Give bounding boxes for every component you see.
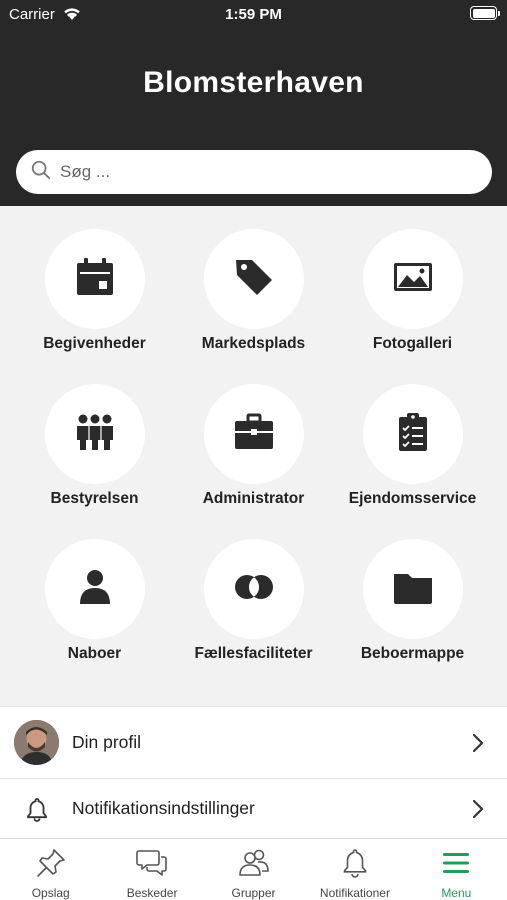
- tile-administrator[interactable]: Administrator: [174, 361, 333, 511]
- tab-grupper[interactable]: Grupper: [203, 839, 304, 900]
- notification-settings-row[interactable]: Notifikationsindstillinger: [0, 778, 507, 838]
- bell-icon: [24, 796, 50, 822]
- tile-label: Administrator: [202, 490, 305, 507]
- menu-icon: [440, 847, 472, 884]
- tile-label: Fællesfaciliteter: [194, 645, 313, 662]
- tab-beskeder[interactable]: Beskeder: [101, 839, 202, 900]
- tile-ejendomsservice[interactable]: Ejendomsservice: [333, 361, 492, 511]
- chevron-right-icon: [471, 733, 485, 753]
- people-group-icon: [74, 411, 116, 458]
- price-tag-icon: [233, 256, 275, 303]
- briefcase-icon: [233, 411, 275, 458]
- tile-label: Fotogalleri: [372, 335, 453, 352]
- tile-circle: [44, 229, 145, 329]
- image-icon: [392, 256, 434, 303]
- pin-icon: [35, 847, 67, 884]
- profile-label: Din profil: [72, 732, 142, 752]
- tile-label: Markedsplads: [201, 335, 306, 352]
- notification-settings-label: Notifikationsindstillinger: [72, 798, 255, 818]
- tile-circle: [362, 384, 463, 484]
- tile-fotogalleri[interactable]: Fotogalleri: [333, 206, 492, 356]
- search-bar[interactable]: [16, 150, 492, 194]
- search-icon: [30, 159, 52, 186]
- tab-bar: Opslag Beskeder Grupper Notifikationer M…: [0, 838, 507, 900]
- tile-circle: [44, 539, 145, 639]
- tile-circle: [362, 229, 463, 329]
- tab-label: Beskeder: [126, 886, 178, 900]
- profile-row[interactable]: Din profil: [0, 706, 507, 778]
- status-bar: Carrier 1:59 PM: [0, 0, 507, 30]
- tile-circle: [203, 384, 304, 484]
- app-header: Carrier 1:59 PM Blomsterhaven: [0, 0, 507, 206]
- battery-icon: [470, 6, 500, 20]
- avatar: [14, 720, 59, 765]
- tile-label: Beboermappe: [360, 645, 465, 662]
- group-icon: [238, 847, 270, 884]
- clipboard-checklist-icon: [392, 411, 434, 458]
- person-icon: [74, 566, 116, 613]
- tile-bestyrelsen[interactable]: Bestyrelsen: [15, 361, 174, 511]
- tile-circle: [203, 229, 304, 329]
- tile-circle: [44, 384, 145, 484]
- tile-circle: [362, 539, 463, 639]
- tab-opslag[interactable]: Opslag: [0, 839, 101, 900]
- tile-markedsplads[interactable]: Markedsplads: [174, 206, 333, 356]
- tile-label: Naboer: [67, 645, 122, 662]
- chevron-right-icon: [471, 799, 485, 819]
- search-input[interactable]: [60, 162, 460, 182]
- folder-icon: [392, 566, 434, 613]
- clock: 1:59 PM: [225, 6, 282, 23]
- tile-faellesfaciliteter[interactable]: Fællesfaciliteter: [174, 516, 333, 666]
- tab-menu[interactable]: Menu: [406, 839, 507, 900]
- tile-circle: [203, 539, 304, 639]
- tile-beboermappe[interactable]: Beboermappe: [333, 516, 492, 666]
- tile-label: Ejendomsservice: [348, 490, 477, 507]
- page-title: Blomsterhaven: [143, 66, 364, 99]
- menu-grid: Begivenheder Markedsplads Fotogalleri Be…: [0, 206, 507, 706]
- tab-label: Opslag: [31, 886, 70, 900]
- tile-label: Begivenheder: [43, 335, 146, 352]
- tab-label: Grupper: [231, 886, 276, 900]
- tile-label: Bestyrelsen: [50, 490, 139, 507]
- tile-naboer[interactable]: Naboer: [15, 516, 174, 666]
- tab-label: Menu: [441, 886, 472, 900]
- overlapping-circles-icon: [233, 566, 275, 613]
- tab-notifikationer[interactable]: Notifikationer: [304, 839, 405, 900]
- calendar-icon: [74, 256, 116, 303]
- chat-bubbles-icon: [136, 847, 168, 884]
- tile-begivenheder[interactable]: Begivenheder: [15, 206, 174, 356]
- tab-label: Notifikationer: [319, 886, 390, 900]
- bell-icon: [339, 847, 371, 884]
